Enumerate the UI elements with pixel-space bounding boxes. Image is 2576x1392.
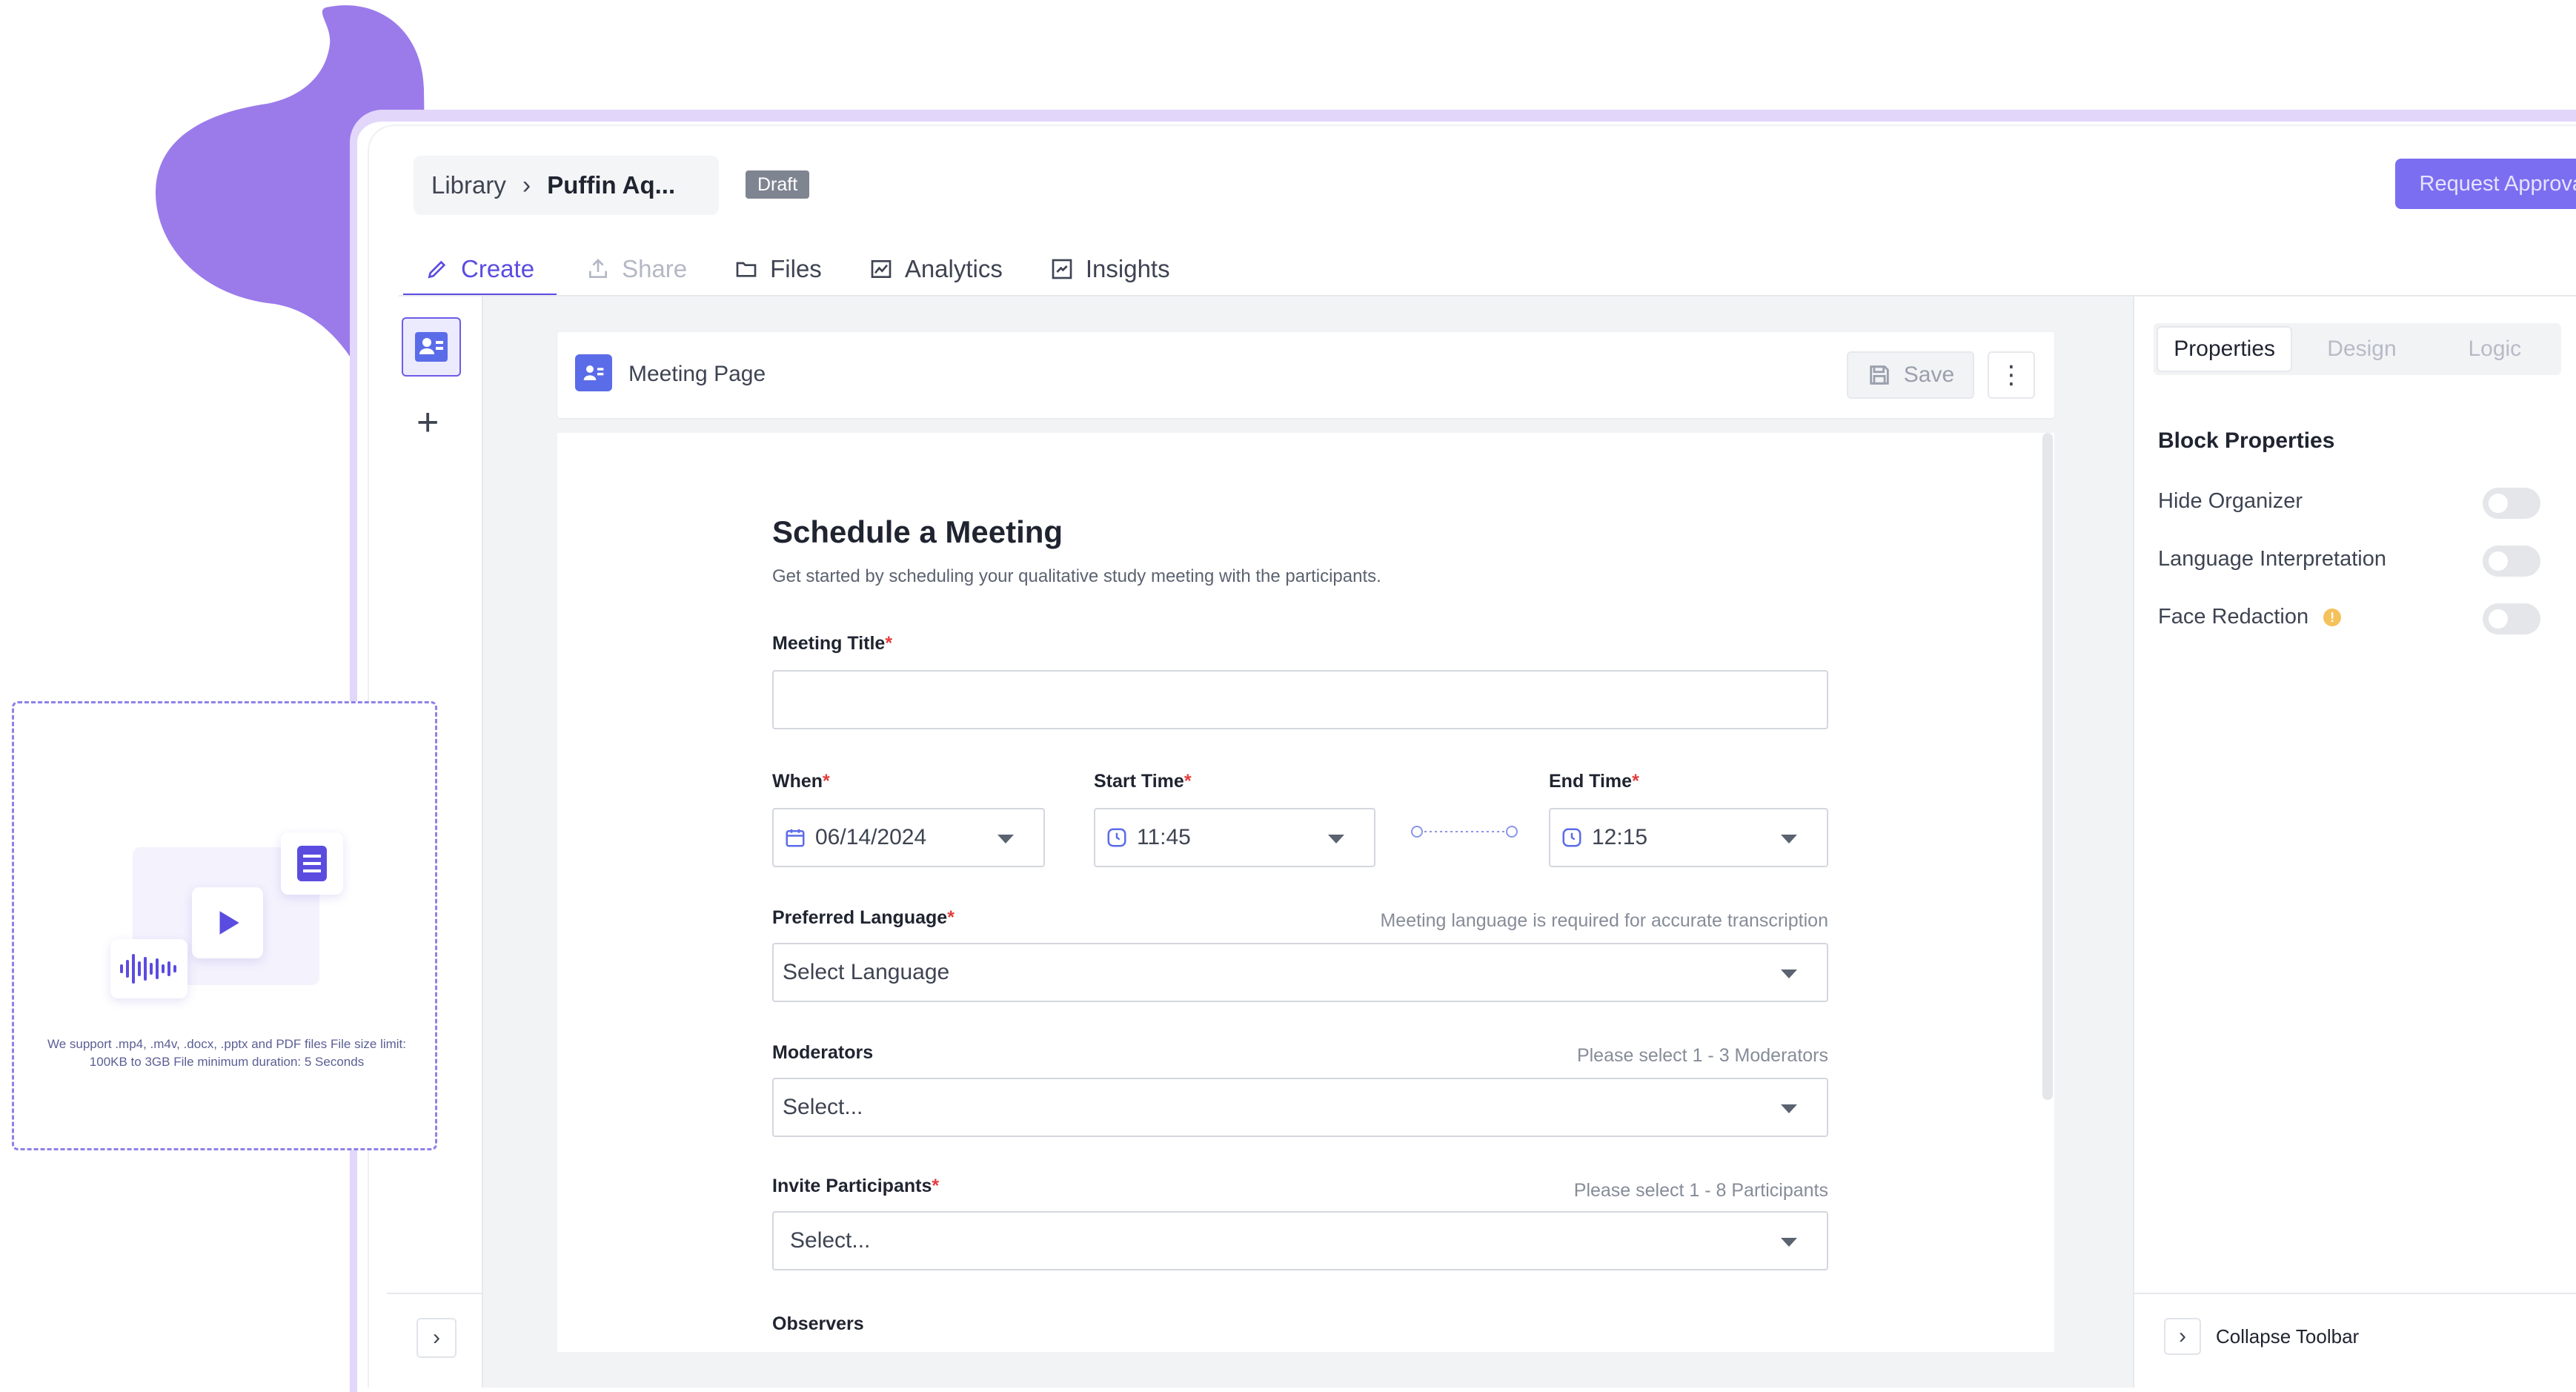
meeting-block-thumbnail[interactable] [402,317,461,377]
preferred-language-label: Preferred Language* [772,907,955,928]
schedule-form: Schedule a Meeting Get started by schedu… [772,514,1828,1334]
hide-organizer-toggle[interactable] [2483,488,2540,519]
tab-analytics[interactable]: Analytics [869,245,1003,294]
upload-support-text: We support .mp4, .m4v, .docx, .pptx and … [47,1037,407,1069]
meeting-title-input[interactable] [772,670,1828,729]
form-subtitle: Get started by scheduling your qualitati… [772,566,1381,586]
date-picker[interactable]: 06/14/2024 [772,808,1045,867]
save-label: Save [1903,362,1955,387]
when-label: When* [772,771,830,792]
upload-dropzone[interactable]: We support .mp4, .m4v, .docx, .pptx and … [12,701,437,1150]
caret-down-icon [1781,1238,1797,1247]
tab-logic[interactable]: Logic [2429,323,2561,375]
date-value: 06/14/2024 [815,825,927,849]
tab-label: Files [770,255,822,282]
app-window: Library › Puffin Aq... Draft Request App… [368,125,2576,1388]
pencil-icon [428,260,446,279]
chevron-right-icon: › [2164,1318,2201,1355]
save-button[interactable]: Save [1847,351,1974,399]
end-time-label: End Time* [1549,771,1639,792]
rail-divider [387,1293,483,1294]
tab-label: Create [461,255,535,282]
tab-label: Share [622,255,688,282]
tab-properties[interactable]: Properties [2157,326,2293,372]
caret-down-icon [1328,835,1344,844]
language-select[interactable]: Select Language [772,943,1828,1002]
language-placeholder: Select Language [783,960,950,984]
block-properties-title: Block Properties [2158,428,2335,453]
status-badge: Draft [746,170,810,199]
tab-create[interactable]: Create [403,245,557,297]
clock-icon [1107,828,1126,847]
tab-label: Analytics [904,255,1003,282]
face-redaction-label: Face Redaction! [2158,605,2342,629]
moderators-placeholder: Select... [783,1095,863,1119]
page-title: Meeting Page [628,362,766,386]
participants-select[interactable]: Select... [772,1211,1828,1270]
breadcrumb: Library › Puffin Aq... [414,156,719,215]
audio-wave-icon [110,939,187,998]
meeting-title-label: Meeting Title* [772,633,893,654]
tab-label: Insights [1085,255,1170,282]
add-block-icon[interactable]: + [416,403,439,442]
chevron-right-icon: › [522,170,531,199]
breadcrumb-library-link[interactable]: Library [431,171,506,199]
invite-participants-label: Invite Participants* [772,1176,940,1196]
tab-insights[interactable]: Insights [1050,245,1170,294]
panel-divider [2134,1293,2576,1294]
form-card: Schedule a Meeting Get started by schedu… [557,433,2054,1352]
insights-icon [1052,259,1072,279]
clock-icon [1562,828,1581,847]
caret-down-icon [997,835,1014,844]
breadcrumb-current: Puffin Aq... [547,171,676,199]
scrollbar-thumb[interactable] [2042,433,2053,1100]
editor-canvas: Meeting Page Save ⋮ Schedule a Meeting G… [483,296,2133,1388]
participants-hint: Please select 1 - 8 Participants [1573,1180,1828,1201]
moderators-select[interactable]: Select... [772,1078,1828,1137]
hide-organizer-label: Hide Organizer [2158,489,2303,513]
face-redaction-toggle[interactable] [2483,603,2540,634]
moderators-hint: Please select 1 - 3 Moderators [1576,1045,1828,1066]
analytics-icon [871,260,892,278]
request-approval-button[interactable]: Request Approval [2395,159,2576,209]
language-hint: Meeting language is required for accurat… [1380,910,1828,931]
collapse-toolbar-button[interactable]: › Collapse Toolbar [2164,1318,2359,1355]
moderators-label: Moderators [772,1042,874,1063]
tab-files[interactable]: Files [734,245,822,294]
form-title: Schedule a Meeting [772,514,1063,549]
caret-down-icon [1781,835,1797,844]
page-header: Meeting Page Save ⋮ [557,332,2054,418]
end-time-picker[interactable]: 12:15 [1549,808,1828,867]
start-time-value: 11:45 [1137,825,1191,849]
document-icon [281,832,343,895]
properties-panel: Properties Design Logic Block Properties… [2133,296,2576,1388]
more-options-button[interactable]: ⋮ [1988,351,2035,399]
language-interpretation-label: Language Interpretation [2158,547,2386,571]
main-tabs: Create Share Files Analytics Insights [403,245,1218,297]
start-time-picker[interactable]: 11:45 [1094,808,1375,867]
calendar-icon [786,829,805,847]
expand-rail-button[interactable]: › [416,1318,457,1358]
kebab-menu-icon: ⋮ [1999,361,2024,389]
observers-label: Observers [772,1313,864,1334]
panel-tabs: Properties Design Logic [2154,323,2561,375]
tab-share[interactable]: Share [586,245,687,294]
caret-down-icon [1781,1104,1797,1113]
time-range-connector [1411,826,1518,838]
start-time-label: Start Time* [1094,771,1192,792]
meeting-page-icon [575,354,612,391]
info-icon[interactable]: ! [2323,608,2342,626]
chevron-right-icon: › [433,1325,440,1350]
users-icon [415,332,448,362]
folder-icon [736,262,757,277]
collapse-toolbar-label: Collapse Toolbar [2216,1325,2360,1348]
save-icon [1870,365,1889,385]
end-time-value: 12:15 [1592,825,1648,849]
tab-design[interactable]: Design [2295,323,2428,375]
share-icon [589,259,608,278]
language-interpretation-toggle[interactable] [2483,546,2540,577]
caret-down-icon [1781,970,1797,978]
video-play-icon [192,887,263,958]
participants-placeholder: Select... [790,1228,871,1253]
